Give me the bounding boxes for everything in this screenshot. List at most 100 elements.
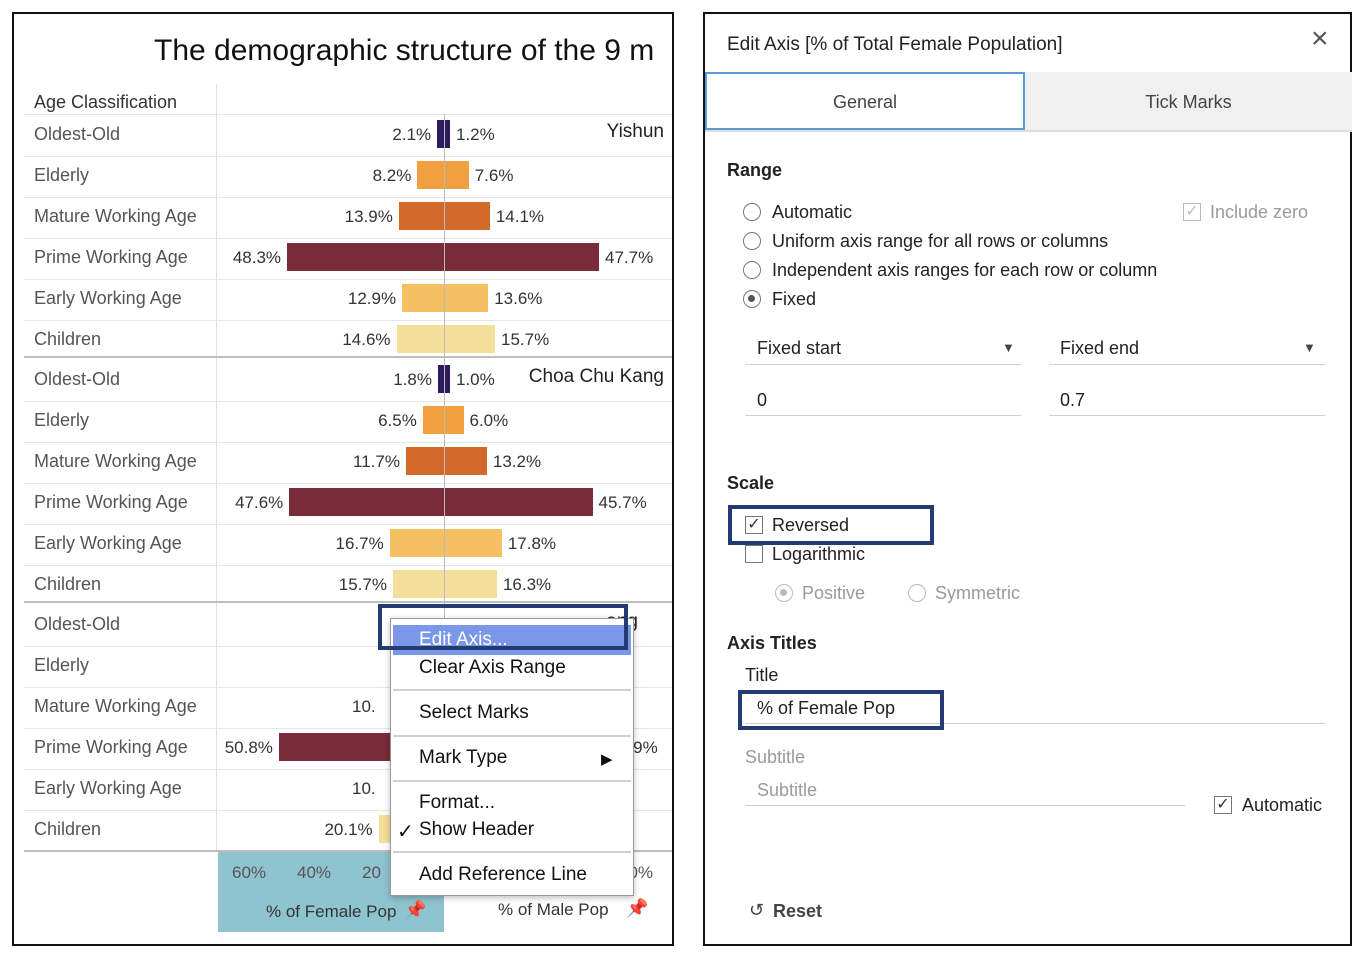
- row-label: Elderly: [34, 655, 90, 675]
- male-value-label: 16.3%: [502, 575, 552, 594]
- fixed-end-underline: [1049, 364, 1325, 365]
- female-bar[interactable]: [392, 570, 444, 598]
- axis-titles-heading: Axis Titles: [727, 633, 817, 653]
- subtitle-input[interactable]: Subtitle: [757, 780, 817, 801]
- male-bar[interactable]: [444, 488, 593, 516]
- radio-positive-label: Positive: [802, 583, 866, 603]
- male-bar[interactable]: [444, 570, 497, 598]
- male-bar[interactable]: [444, 284, 489, 312]
- female-value-label: 15.7%: [338, 575, 387, 594]
- checkmark-icon: ✓: [397, 821, 414, 843]
- row-separator: [24, 565, 672, 566]
- male-value-label: 7.6%: [474, 166, 514, 185]
- context-menu: Edit Axis... Clear Axis Range Select Mar…: [390, 618, 634, 896]
- reset-button[interactable]: Reset: [773, 901, 822, 922]
- radio-symmetric: [908, 584, 926, 602]
- fixed-start-select[interactable]: Fixed start: [757, 338, 841, 359]
- menu-item-select-marks[interactable]: Select Marks: [419, 702, 529, 724]
- female-bar[interactable]: [389, 529, 444, 557]
- menu-item-show-header[interactable]: Show Header: [419, 819, 534, 841]
- row-label: Early Working Age: [34, 288, 182, 308]
- logarithmic-label: Logarithmic: [772, 544, 866, 564]
- panel-separator: [24, 356, 672, 358]
- female-bar[interactable]: [398, 202, 444, 230]
- row-label: Oldest-Old: [34, 369, 121, 389]
- female-bar[interactable]: [405, 447, 444, 475]
- radio-automatic[interactable]: [743, 203, 761, 221]
- female-value-label: 16.7%: [335, 534, 384, 553]
- pin-icon[interactable]: 📌: [404, 900, 426, 921]
- row-label: Prime Working Age: [34, 247, 188, 267]
- dialog-title: Edit Axis [% of Total Female Population]: [727, 34, 1063, 55]
- female-value-label: 20.1%: [324, 820, 373, 839]
- row-separator: [24, 238, 672, 239]
- male-bar[interactable]: [444, 243, 600, 271]
- reversed-callout: [728, 505, 934, 545]
- radio-independent[interactable]: [743, 261, 761, 279]
- chart-title: The demographic structure of the 9 m: [154, 34, 655, 67]
- male-bar[interactable]: [444, 529, 502, 557]
- tab-tick-marks[interactable]: Tick Marks: [1025, 72, 1352, 130]
- female-axis-title[interactable]: % of Female Pop: [266, 902, 396, 922]
- radio-uniform[interactable]: [743, 232, 761, 250]
- submenu-arrow-icon: ▶: [601, 751, 613, 768]
- row-label: Prime Working Age: [34, 492, 188, 512]
- menu-item-mark-type[interactable]: Mark Type: [419, 747, 507, 769]
- radio-fixed[interactable]: [743, 290, 761, 308]
- female-value-label: 10.: [352, 779, 376, 798]
- close-icon[interactable]: ×: [1311, 24, 1329, 54]
- row-label: Children: [34, 819, 102, 839]
- logarithmic-checkbox[interactable]: [745, 545, 763, 563]
- automatic-subtitle-checkbox[interactable]: ✓: [1214, 796, 1232, 814]
- tab-general[interactable]: General: [705, 72, 1025, 130]
- male-value-label: 1.2%: [456, 125, 495, 144]
- fixed-end-input[interactable]: 0.7: [1060, 390, 1085, 411]
- row-label: Mature Working Age: [34, 696, 197, 716]
- male-bar[interactable]: [444, 325, 496, 353]
- male-value-label: 15.7%: [501, 330, 550, 349]
- menu-item-clear-axis-range[interactable]: Clear Axis Range: [419, 657, 566, 679]
- male-value-label: 47.7%: [605, 248, 654, 267]
- edit-axis-dialog: Edit Axis [% of Total Female Population]…: [703, 12, 1352, 946]
- row-separator: [24, 197, 672, 198]
- female-bar[interactable]: [287, 243, 444, 271]
- row-separator: [24, 524, 672, 525]
- male-bar[interactable]: [444, 202, 490, 230]
- row-label: Early Working Age: [34, 778, 182, 798]
- row-label: Oldest-Old: [34, 124, 121, 144]
- chart-panel: The demographic structure of the 9 m Age…: [12, 12, 674, 946]
- male-bar[interactable]: [444, 161, 469, 189]
- female-value-label: 6.5%: [378, 411, 417, 430]
- female-bar[interactable]: [289, 488, 444, 516]
- menu-item-format[interactable]: Format...: [419, 792, 495, 814]
- menu-item-add-reference-line[interactable]: Add Reference Line: [419, 864, 587, 886]
- header-separator: [24, 114, 672, 115]
- menu-separator: [393, 689, 631, 691]
- pin-icon[interactable]: 📌: [626, 898, 648, 919]
- label-column-divider: [216, 84, 217, 850]
- chevron-down-icon[interactable]: ▼: [1303, 340, 1316, 355]
- row-separator: [24, 442, 672, 443]
- row-label: Children: [34, 574, 102, 594]
- female-bar[interactable]: [402, 284, 444, 312]
- female-bar[interactable]: [417, 161, 444, 189]
- row-label: Mature Working Age: [34, 451, 197, 471]
- male-bar[interactable]: [444, 406, 464, 434]
- fixed-end-select[interactable]: Fixed end: [1060, 338, 1139, 359]
- age-classification-header: Age Classification: [34, 92, 178, 112]
- female-bar[interactable]: [422, 406, 444, 434]
- fixed-end-input-underline: [1049, 415, 1325, 416]
- radio-automatic-label: Automatic: [772, 202, 853, 222]
- male-axis-title[interactable]: % of Male Pop: [498, 900, 609, 920]
- scale-heading: Scale: [727, 473, 775, 493]
- male-value-label: 17.8%: [507, 534, 557, 553]
- subtitle-label: Subtitle: [745, 747, 806, 767]
- reset-icon[interactable]: ↺: [749, 900, 764, 921]
- female-bar[interactable]: [437, 120, 444, 148]
- female-bar[interactable]: [396, 325, 444, 353]
- row-label: Early Working Age: [34, 533, 182, 553]
- chevron-down-icon[interactable]: ▼: [1002, 340, 1015, 355]
- menu-separator: [393, 780, 631, 782]
- fixed-start-input[interactable]: 0: [757, 390, 767, 411]
- male-bar[interactable]: [444, 447, 487, 475]
